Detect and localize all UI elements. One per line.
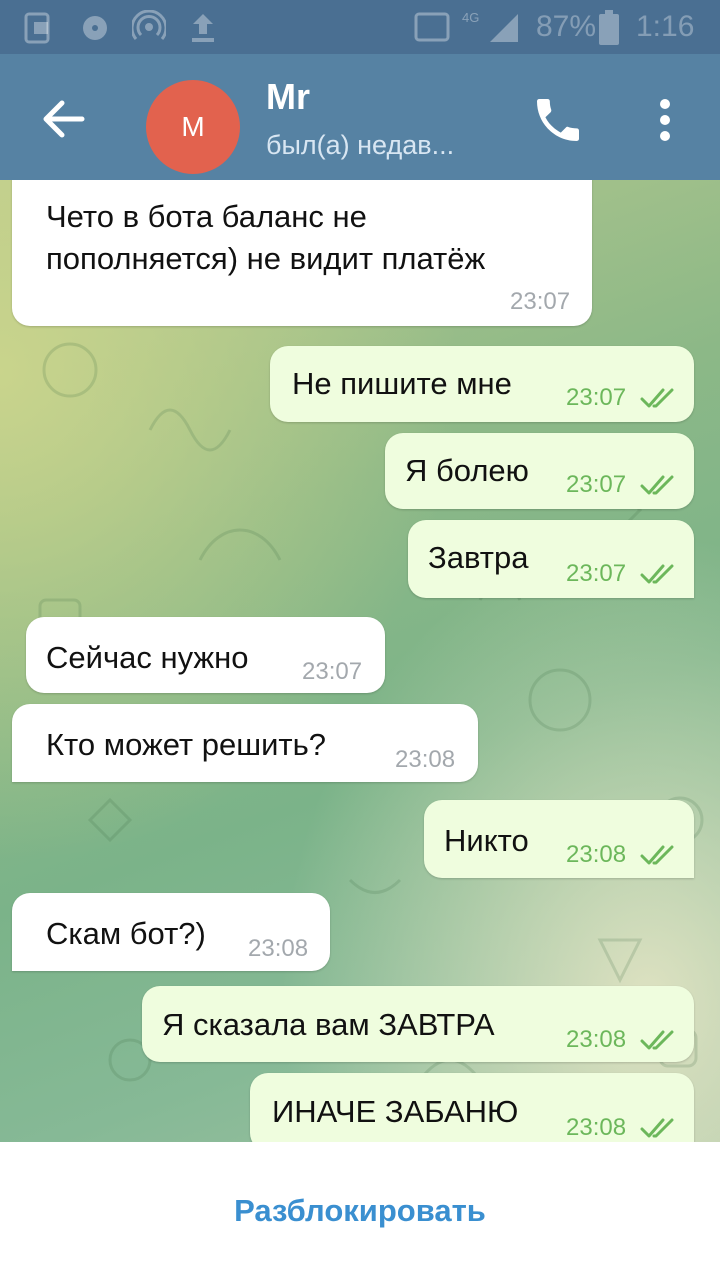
message-time: 23:08 xyxy=(395,746,456,773)
double-check-icon xyxy=(640,475,674,495)
disc-icon xyxy=(83,16,107,40)
status-bar: 4G 87% 1:16 xyxy=(0,0,720,54)
more-options-button[interactable] xyxy=(640,92,690,148)
message-time: 23:08 xyxy=(566,841,627,868)
message-text: пополняется) не видит платёж xyxy=(46,241,486,276)
message-incoming[interactable]: Сейчас нужно 23:07 xyxy=(26,617,385,693)
chat-messages[interactable]: Чето в бота баланс не пополняется) не ви… xyxy=(0,180,720,1142)
message-text: ИНАЧЕ ЗАБАНЮ xyxy=(272,1094,519,1129)
double-check-icon xyxy=(640,845,674,865)
message-outgoing[interactable]: Завтра 23:07 xyxy=(408,520,694,598)
message-incoming[interactable]: Чето в бота баланс не пополняется) не ви… xyxy=(12,180,592,326)
phone-icon xyxy=(537,99,579,141)
message-outgoing[interactable]: Я сказала вам ЗАВТРА 23:08 xyxy=(142,986,694,1062)
message-time: 23:08 xyxy=(248,935,309,962)
hotspot-icon xyxy=(132,10,166,40)
message-time: 23:07 xyxy=(566,560,627,587)
avatar[interactable]: M xyxy=(146,80,240,174)
upload-icon xyxy=(192,14,214,42)
message-time: 23:07 xyxy=(566,471,627,498)
double-check-icon xyxy=(640,564,674,584)
message-time: 23:07 xyxy=(510,288,571,315)
cast-icon xyxy=(414,12,450,42)
back-button[interactable] xyxy=(32,87,96,151)
message-text: Завтра xyxy=(428,540,529,575)
message-outgoing[interactable]: Никто 23:08 xyxy=(424,800,694,878)
bottom-bar: Разблокировать xyxy=(0,1142,720,1280)
message-outgoing[interactable]: Не пишите мне 23:07 xyxy=(270,346,694,422)
double-check-icon xyxy=(640,388,674,408)
message-incoming[interactable]: Кто может решить? 23:08 xyxy=(12,704,478,782)
clock: 1:16 xyxy=(636,10,695,43)
message-time: 23:08 xyxy=(566,1114,627,1141)
more-vertical-icon xyxy=(660,99,670,141)
message-outgoing[interactable]: Я болею 23:07 xyxy=(385,433,694,509)
message-incoming[interactable]: Скам бот?) 23:08 xyxy=(12,893,330,971)
message-time: 23:08 xyxy=(566,1026,627,1053)
message-outgoing[interactable]: ИНАЧЕ ЗАБАНЮ 23:08 xyxy=(250,1073,694,1142)
signal-icon xyxy=(490,14,518,42)
unblock-button[interactable]: Разблокировать xyxy=(234,1193,486,1229)
chat-header: M Mr был(а) недав... xyxy=(0,54,720,180)
message-text: Никто xyxy=(444,823,529,858)
message-text: Скам бот?) xyxy=(46,916,206,951)
message-time: 23:07 xyxy=(566,384,627,411)
sim-card-icon xyxy=(24,12,50,44)
network-type-label: 4G xyxy=(462,10,480,25)
contact-status: был(а) недав... xyxy=(266,130,455,160)
double-check-icon xyxy=(640,1030,674,1050)
message-text: Я болею xyxy=(405,453,529,488)
battery-percent: 87% xyxy=(536,10,597,43)
message-text: Я сказала вам ЗАВТРА xyxy=(162,1007,495,1042)
battery-icon xyxy=(599,10,619,45)
arrow-left-icon xyxy=(43,100,85,138)
message-text: Кто может решить? xyxy=(46,727,326,762)
double-check-icon xyxy=(640,1118,674,1138)
call-button[interactable] xyxy=(530,92,586,148)
avatar-letter: M xyxy=(181,111,205,142)
message-text: Чето в бота баланс не xyxy=(46,199,367,234)
contact-name[interactable]: Mr xyxy=(266,76,310,118)
message-time: 23:07 xyxy=(302,658,363,685)
message-text: Не пишите мне xyxy=(292,366,512,401)
message-text: Сейчас нужно xyxy=(46,640,249,675)
